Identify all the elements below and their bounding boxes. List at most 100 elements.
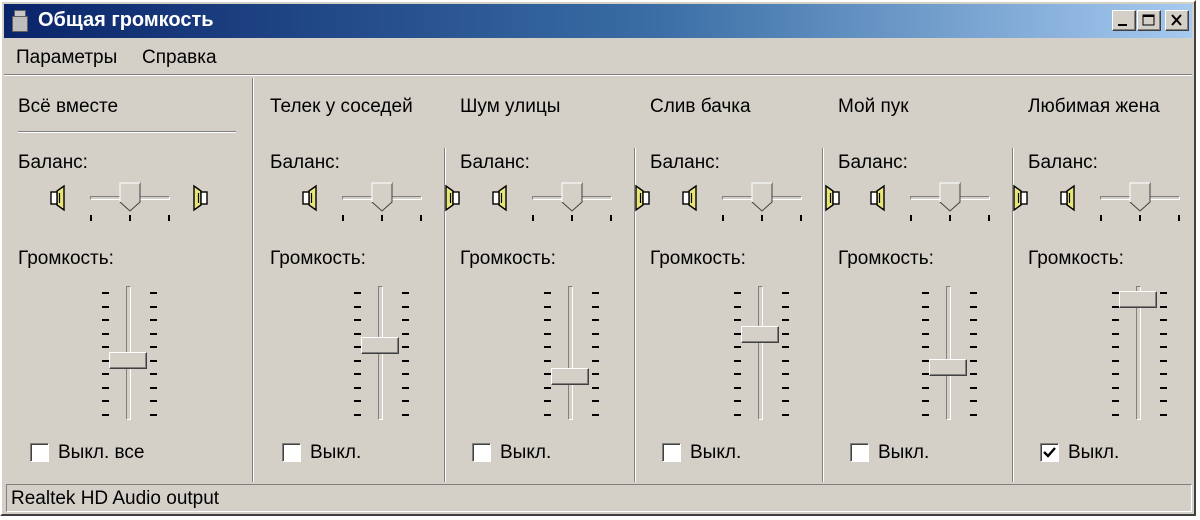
- menu-parameters[interactable]: Параметры: [16, 47, 117, 69]
- volume-tick: [970, 305, 977, 308]
- balance-tick: [1100, 215, 1102, 221]
- volume-tick: [544, 319, 551, 321]
- volume-tick: [734, 305, 741, 308]
- checkmark-icon: [1043, 447, 1056, 458]
- volume-slider-track[interactable]: [946, 286, 951, 420]
- balance-tick: [610, 215, 612, 221]
- volume-tick: [402, 373, 409, 375]
- mute-checkbox[interactable]: [850, 443, 869, 462]
- mute-checkbox[interactable]: [662, 443, 681, 462]
- speaker-left-icon: [300, 184, 322, 218]
- volume-tick: [734, 413, 741, 416]
- maximize-button[interactable]: [1137, 10, 1161, 31]
- balance-tick: [342, 215, 344, 221]
- mute-label: Выкл.: [1068, 442, 1120, 463]
- speaker-left-icon: [490, 184, 512, 218]
- volume-tick: [402, 332, 409, 335]
- volume-tick: [970, 400, 977, 402]
- balance-slider-thumb[interactable]: [751, 182, 773, 218]
- volume-tick: [922, 332, 929, 335]
- volume-tick: [782, 386, 789, 389]
- mute-label: Выкл.: [500, 442, 552, 463]
- volume-tick: [150, 400, 157, 402]
- volume-tick: [402, 413, 409, 416]
- volume-tick: [922, 413, 929, 416]
- balance-slider-thumb[interactable]: [119, 182, 141, 218]
- volume-tick: [922, 346, 929, 348]
- volume-slider-thumb[interactable]: [1119, 290, 1157, 308]
- channel-name: Шум улицы: [460, 96, 561, 117]
- minimize-icon: [1118, 24, 1127, 26]
- volume-tick: [782, 305, 789, 308]
- volume-tick: [150, 319, 157, 321]
- volume-tick: [970, 413, 977, 416]
- balance-tick: [1178, 215, 1180, 221]
- speaker-left-icon: [1058, 184, 1080, 218]
- volume-slider-track[interactable]: [758, 286, 763, 420]
- title-bar[interactable]: Общая громкость: [4, 4, 1192, 38]
- volume-tick: [402, 319, 409, 321]
- balance-slider-thumb[interactable]: [1129, 182, 1151, 218]
- mute-checkbox[interactable]: [1040, 443, 1059, 462]
- volume-tick: [544, 386, 551, 389]
- volume-tick: [1112, 386, 1119, 389]
- volume-tick: [970, 373, 977, 375]
- volume-tick: [150, 292, 157, 294]
- volume-tick: [354, 373, 361, 375]
- balance-tick: [722, 215, 724, 221]
- volume-tick: [922, 400, 929, 402]
- volume-control-window: Общая громкость Параметры Справка Всё вм…: [0, 0, 1196, 516]
- menu-bar: Параметры Справка: [4, 40, 1192, 72]
- volume-tick: [592, 305, 599, 308]
- volume-tick: [734, 386, 741, 389]
- volume-label: Громкость:: [650, 248, 746, 269]
- volume-slider-track[interactable]: [568, 286, 573, 420]
- maximize-icon: [1142, 14, 1155, 26]
- volume-label: Громкость:: [838, 248, 934, 269]
- balance-slider-thumb[interactable]: [371, 182, 393, 218]
- volume-tick: [1112, 373, 1119, 375]
- volume-tick: [734, 319, 741, 321]
- mute-checkbox[interactable]: [472, 443, 491, 462]
- mute-label: Выкл.: [690, 442, 742, 463]
- status-text: Realtek HD Audio output: [11, 488, 220, 509]
- volume-tick: [970, 292, 977, 294]
- volume-tick: [922, 292, 929, 294]
- volume-tick: [734, 359, 741, 362]
- volume-tick: [354, 319, 361, 321]
- balance-tick: [168, 215, 170, 221]
- volume-slider-thumb[interactable]: [929, 358, 967, 376]
- channel-strip: Мой пук Баланс: Громкость: Выкл.: [832, 76, 1028, 488]
- volume-tick: [782, 332, 789, 335]
- volume-tick: [102, 292, 109, 294]
- balance-slider-thumb[interactable]: [561, 182, 583, 218]
- channel-rule: [18, 131, 236, 133]
- volume-tick: [922, 386, 929, 389]
- volume-tick: [102, 413, 109, 416]
- channel-strip: Любимая жена Баланс: Громкость: Выкл.: [1022, 76, 1200, 488]
- volume-slider-thumb[interactable]: [361, 337, 399, 355]
- balance-slider-thumb[interactable]: [939, 182, 961, 218]
- balance-label: Баланс:: [460, 152, 530, 173]
- volume-tick: [782, 319, 789, 321]
- volume-tick: [402, 400, 409, 402]
- volume-tick: [1160, 400, 1167, 402]
- mute-checkbox[interactable]: [282, 443, 301, 462]
- mute-checkbox[interactable]: [30, 443, 49, 462]
- channel-name: Слив бачка: [650, 96, 751, 117]
- volume-tick: [1112, 305, 1119, 308]
- menu-help[interactable]: Справка: [142, 47, 217, 69]
- volume-tick: [592, 319, 599, 321]
- volume-tick: [1160, 359, 1167, 362]
- volume-slider-thumb[interactable]: [551, 367, 589, 385]
- volume-slider-thumb[interactable]: [109, 351, 147, 369]
- volume-tick: [354, 413, 361, 416]
- balance-label: Баланс:: [1028, 152, 1098, 173]
- volume-tick: [150, 346, 157, 348]
- volume-tick: [402, 386, 409, 389]
- volume-tick: [102, 305, 109, 308]
- volume-slider-thumb[interactable]: [741, 325, 779, 343]
- close-button[interactable]: [1165, 10, 1189, 31]
- minimize-button[interactable]: [1112, 10, 1136, 31]
- volume-tick: [102, 346, 109, 348]
